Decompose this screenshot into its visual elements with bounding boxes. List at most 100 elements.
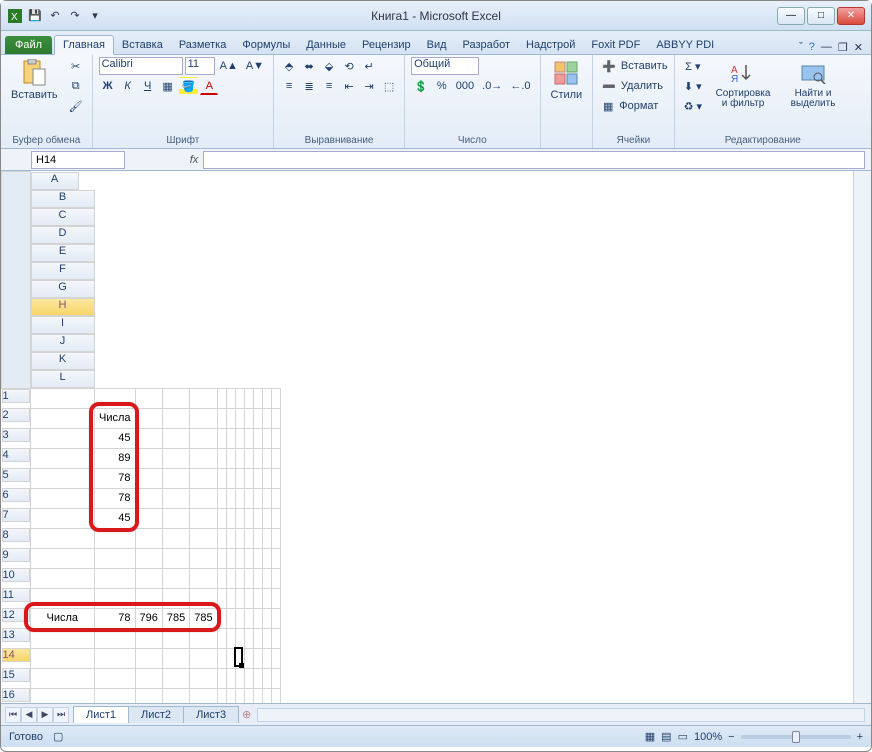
cell-B10[interactable] [95, 568, 136, 588]
row-header-2[interactable]: 2 [2, 408, 30, 422]
cell-C15[interactable] [135, 668, 162, 688]
view-layout-icon[interactable]: ▤ [661, 730, 671, 743]
cell-B9[interactable] [95, 548, 136, 568]
sheet-nav-last-icon[interactable]: ⏭ [53, 707, 69, 723]
cell-C4[interactable] [135, 448, 162, 468]
cell-C5[interactable] [135, 468, 162, 488]
cell-H9[interactable] [235, 548, 244, 568]
autosum-icon[interactable]: Σ ▾ [681, 57, 705, 75]
bold-button[interactable]: Ж [99, 77, 117, 95]
cell-G13[interactable] [226, 628, 235, 648]
align-middle-icon[interactable]: ⬌ [300, 57, 318, 75]
row-header-13[interactable]: 13 [2, 628, 30, 642]
format-cells-label[interactable]: Формат [619, 100, 658, 112]
cell-K14[interactable] [262, 648, 271, 668]
sheet-tab-2[interactable]: Лист2 [128, 706, 184, 723]
number-format-select[interactable]: Общий [411, 57, 479, 75]
col-header-A[interactable]: A [31, 172, 79, 190]
cell-A3[interactable] [30, 428, 95, 448]
cell-G8[interactable] [226, 528, 235, 548]
cell-L8[interactable] [271, 528, 280, 548]
cell-L2[interactable] [271, 408, 280, 428]
tab-addins[interactable]: Надстрой [518, 36, 583, 54]
format-painter-icon[interactable]: 🖌 [66, 97, 86, 115]
cell-F12[interactable] [217, 608, 226, 628]
cell-J6[interactable] [253, 488, 262, 508]
copy-icon[interactable]: ⧉ [66, 77, 86, 95]
cell-C9[interactable] [135, 548, 162, 568]
paste-button[interactable]: Вставить [7, 57, 62, 103]
cell-A1[interactable] [30, 388, 95, 408]
col-header-F[interactable]: F [31, 262, 95, 280]
cell-H1[interactable] [235, 388, 244, 408]
cell-A15[interactable] [30, 668, 95, 688]
row-header-8[interactable]: 8 [2, 528, 30, 542]
cell-D3[interactable] [162, 428, 189, 448]
cell-I12[interactable] [244, 608, 253, 628]
cell-D10[interactable] [162, 568, 189, 588]
row-header-1[interactable]: 1 [2, 389, 30, 403]
tab-layout[interactable]: Разметка [171, 36, 235, 54]
cell-C12[interactable]: 796 [135, 608, 162, 628]
cell-F3[interactable] [217, 428, 226, 448]
zoom-in-icon[interactable]: + [857, 731, 863, 743]
cell-A10[interactable] [30, 568, 95, 588]
cell-H15[interactable] [235, 668, 244, 688]
cell-C1[interactable] [135, 388, 162, 408]
font-size-select[interactable]: 11 [185, 57, 215, 75]
align-right-icon[interactable]: ≡ [320, 77, 338, 95]
cell-L12[interactable] [271, 608, 280, 628]
cell-F4[interactable] [217, 448, 226, 468]
cell-J16[interactable] [253, 688, 262, 703]
cell-F13[interactable] [217, 628, 226, 648]
cell-H13[interactable] [235, 628, 244, 648]
file-tab[interactable]: Файл [5, 36, 52, 54]
view-normal-icon[interactable]: ▦ [645, 730, 655, 743]
col-header-K[interactable]: K [31, 352, 95, 370]
fill-color-icon[interactable]: 🪣 [179, 77, 199, 95]
cell-K13[interactable] [262, 628, 271, 648]
cell-B7[interactable]: 45 [95, 508, 136, 528]
sheet-nav-first-icon[interactable]: ⏮ [5, 707, 21, 723]
zoom-out-icon[interactable]: − [728, 731, 734, 743]
cell-K16[interactable] [262, 688, 271, 703]
cell-D13[interactable] [162, 628, 189, 648]
cell-A5[interactable] [30, 468, 95, 488]
cell-L3[interactable] [271, 428, 280, 448]
sheet-nav-prev-icon[interactable]: ◀ [21, 707, 37, 723]
cell-D15[interactable] [162, 668, 189, 688]
align-bottom-icon[interactable]: ⬙ [320, 57, 338, 75]
cell-G9[interactable] [226, 548, 235, 568]
cell-I13[interactable] [244, 628, 253, 648]
cell-L15[interactable] [271, 668, 280, 688]
cell-L13[interactable] [271, 628, 280, 648]
delete-cells-icon[interactable]: ➖ [599, 77, 619, 95]
cell-I10[interactable] [244, 568, 253, 588]
cell-J5[interactable] [253, 468, 262, 488]
cell-G15[interactable] [226, 668, 235, 688]
cell-L1[interactable] [271, 388, 280, 408]
undo-icon[interactable]: ↶ [47, 8, 63, 24]
name-box[interactable]: H14 [31, 151, 125, 169]
macro-record-icon[interactable]: ▢ [53, 730, 63, 743]
delete-cells-label[interactable]: Удалить [621, 80, 663, 92]
cell-E5[interactable] [190, 468, 217, 488]
cell-H16[interactable] [235, 688, 244, 703]
cell-A8[interactable] [30, 528, 95, 548]
cell-D5[interactable] [162, 468, 189, 488]
doc-restore-icon[interactable]: ❐ [838, 41, 848, 54]
percent-icon[interactable]: % [433, 77, 451, 95]
cell-H2[interactable] [235, 408, 244, 428]
cell-G1[interactable] [226, 388, 235, 408]
sort-filter-button[interactable]: АЯ Сортировка и фильтр [709, 57, 777, 111]
sheet-nav-next-icon[interactable]: ▶ [37, 707, 53, 723]
cell-B13[interactable] [95, 628, 136, 648]
cell-A2[interactable] [30, 408, 95, 428]
font-name-select[interactable]: Calibri [99, 57, 183, 75]
col-header-E[interactable]: E [31, 244, 95, 262]
zoom-level[interactable]: 100% [694, 731, 722, 743]
cell-E15[interactable] [190, 668, 217, 688]
cell-B11[interactable] [95, 588, 136, 608]
border-icon[interactable]: ▦ [159, 77, 177, 95]
row-header-9[interactable]: 9 [2, 548, 30, 562]
